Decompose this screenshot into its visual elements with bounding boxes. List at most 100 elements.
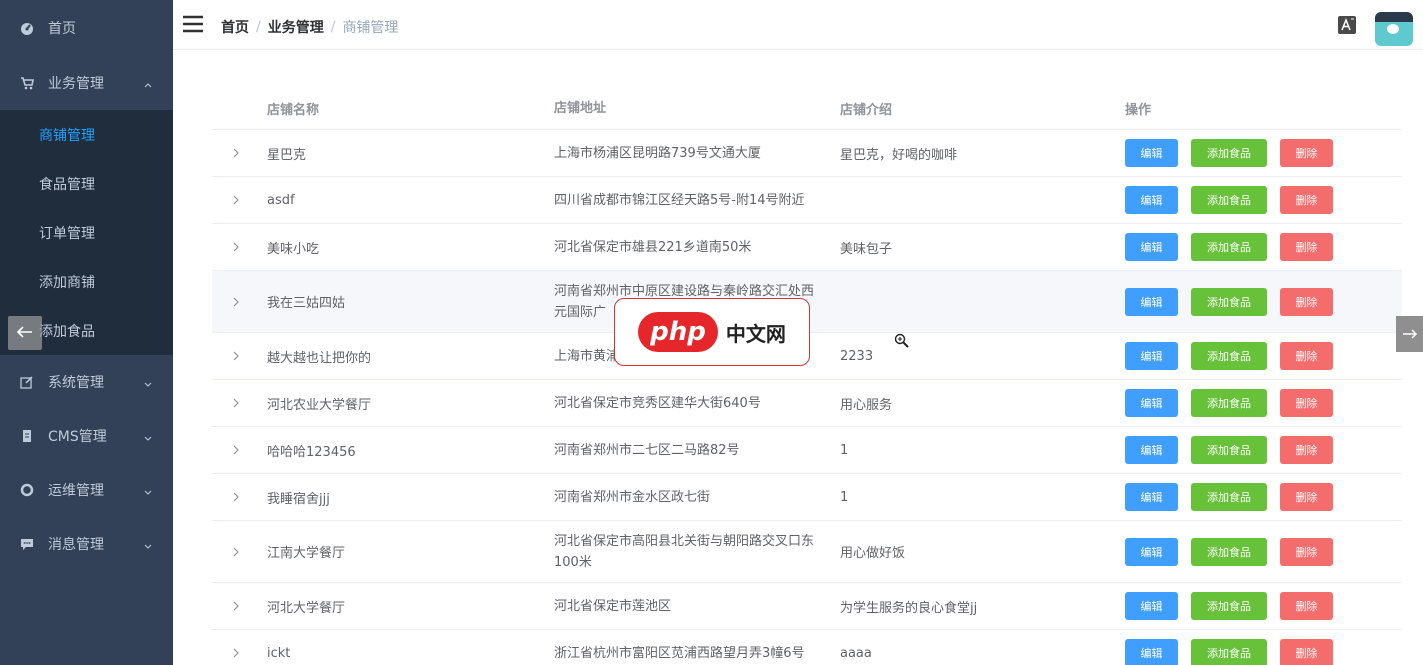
cell-shop-intro: aaaa bbox=[840, 645, 872, 661]
add-food-button[interactable]: 添加食品 bbox=[1191, 233, 1267, 261]
expand-icon[interactable] bbox=[212, 351, 267, 361]
circle-icon bbox=[20, 483, 34, 497]
table-row[interactable]: 哈哈哈123456 河南省郑州市二七区二马路82号 1 编辑 添加食品 删除 bbox=[212, 427, 1402, 474]
add-food-button[interactable]: 添加食品 bbox=[1191, 342, 1267, 370]
add-food-button[interactable]: 添加食品 bbox=[1191, 436, 1267, 464]
chevron-down-icon bbox=[143, 539, 153, 549]
sidebar-item-ops[interactable]: 运维管理 bbox=[0, 463, 173, 517]
edit-button[interactable]: 编辑 bbox=[1125, 592, 1178, 620]
add-food-button[interactable]: 添加食品 bbox=[1191, 287, 1267, 316]
cell-shop-name: ickt bbox=[267, 645, 291, 661]
cell-shop-name: 河北大学餐厅 bbox=[267, 600, 346, 616]
add-food-button[interactable]: 添加食品 bbox=[1191, 186, 1267, 214]
table-row[interactable]: 江南大学餐厅 河北省保定市高阳县北关街与朝阳路交叉口东100米 用心做好饭 编辑 添加食… bbox=[212, 521, 1402, 583]
edit-button[interactable]: 编辑 bbox=[1125, 186, 1178, 214]
sidebar-item-order-manage[interactable]: 订单管理 bbox=[0, 208, 173, 257]
edit-button[interactable]: 编辑 bbox=[1125, 639, 1178, 665]
edit-button[interactable]: 编辑 bbox=[1125, 139, 1178, 167]
breadcrumb: 首页 / 业务管理 / 商铺管理 bbox=[221, 17, 398, 37]
expand-icon[interactable] bbox=[212, 601, 267, 611]
breadcrumb-home[interactable]: 首页 bbox=[221, 17, 249, 37]
cell-shop-name: 江南大学餐厅 bbox=[267, 546, 346, 561]
table-row[interactable]: 星巴克 上海市杨浦区昆明路739号文通大厦 星巴克，好喝的咖啡 编辑 添加食品 删除 bbox=[212, 130, 1402, 177]
chevron-down-icon bbox=[143, 431, 153, 441]
avatar-decoration bbox=[1387, 24, 1399, 34]
expand-icon[interactable] bbox=[212, 648, 267, 658]
sidebar-item-message[interactable]: 消息管理 bbox=[0, 517, 173, 571]
add-food-button[interactable]: 添加食品 bbox=[1191, 592, 1267, 620]
sidebar-item-business[interactable]: 业务管理 bbox=[0, 56, 173, 110]
table-row[interactable]: ickt 浙江省杭州市富阳区苋浦西路望月弄3幢6号 aaaa 编辑 添加食品 删除 bbox=[212, 630, 1402, 665]
document-icon bbox=[20, 429, 34, 443]
edit-button[interactable]: 编辑 bbox=[1125, 233, 1178, 261]
add-food-button[interactable]: 添加食品 bbox=[1191, 389, 1267, 417]
cell-shop-intro: 1 bbox=[840, 489, 849, 505]
delete-button[interactable]: 删除 bbox=[1280, 436, 1333, 464]
header-shop-address: 店铺地址 bbox=[554, 101, 607, 116]
sidebar-item-home[interactable]: 首页 bbox=[0, 0, 173, 56]
add-food-button[interactable]: 添加食品 bbox=[1191, 139, 1267, 167]
cell-shop-name: 美味小吃 bbox=[267, 241, 320, 257]
delete-button[interactable]: 删除 bbox=[1280, 139, 1333, 167]
sidebar-item-add-shop[interactable]: 添加商铺 bbox=[0, 257, 173, 306]
table-row[interactable]: 河北大学餐厅 河北省保定市莲池区 为学生服务的良心食堂jj 编辑 添加食品 删除 bbox=[212, 583, 1402, 630]
expand-icon[interactable] bbox=[212, 398, 267, 408]
add-food-button[interactable]: 添加食品 bbox=[1191, 537, 1267, 566]
expand-icon[interactable] bbox=[212, 547, 267, 557]
table-row[interactable]: asdf 四川省成都市锦江区经天路5号-附14号附近 编辑 添加食品 删除 bbox=[212, 177, 1402, 224]
edit-button[interactable]: 编辑 bbox=[1125, 342, 1178, 370]
edit-button[interactable]: 编辑 bbox=[1125, 483, 1178, 511]
hamburger-icon[interactable] bbox=[183, 15, 203, 33]
cell-shop-name: 越大越也让把你的 bbox=[267, 350, 372, 366]
cell-operations: 编辑 添加食品 删除 bbox=[1125, 537, 1402, 566]
avatar[interactable] bbox=[1375, 12, 1413, 46]
edit-button[interactable]: 编辑 bbox=[1125, 537, 1178, 566]
table-body: 星巴克 上海市杨浦区昆明路739号文通大厦 星巴克，好喝的咖啡 编辑 添加食品 删除 asd… bbox=[212, 130, 1402, 665]
table-row[interactable]: 我睡宿舍jjj 河南省郑州市金水区政七街 1 编辑 添加食品 删除 bbox=[212, 474, 1402, 521]
table-row[interactable]: 美味小吃 河北省保定市雄县221乡道南50米 美味包子 编辑 添加食品 删除 bbox=[212, 224, 1402, 271]
cell-shop-name: 我在三姑四姑 bbox=[267, 296, 346, 311]
expand-icon[interactable] bbox=[212, 445, 267, 455]
table-row[interactable]: 河北农业大学餐厅 河北省保定市竞秀区建华大街640号 用心服务 编辑 添加食品 删除 bbox=[212, 380, 1402, 427]
sidebar-item-shop-manage[interactable]: 商铺管理 bbox=[0, 110, 173, 159]
expand-icon[interactable] bbox=[212, 492, 267, 502]
expand-icon[interactable] bbox=[212, 242, 267, 252]
delete-button[interactable]: 删除 bbox=[1280, 389, 1333, 417]
delete-button[interactable]: 删除 bbox=[1280, 287, 1333, 316]
next-arrow-button[interactable] bbox=[1396, 316, 1423, 352]
delete-button[interactable]: 删除 bbox=[1280, 233, 1333, 261]
zoom-cursor-icon bbox=[894, 333, 910, 349]
delete-button[interactable]: 删除 bbox=[1280, 483, 1333, 511]
collapse-sidebar-button[interactable] bbox=[8, 316, 42, 350]
header: 首页 / 业务管理 / 商铺管理 bbox=[173, 0, 1423, 50]
delete-button[interactable]: 删除 bbox=[1280, 186, 1333, 214]
cell-operations: 编辑 添加食品 删除 bbox=[1125, 139, 1402, 167]
delete-button[interactable]: 删除 bbox=[1280, 537, 1333, 566]
cell-operations: 编辑 添加食品 删除 bbox=[1125, 186, 1402, 214]
cell-shop-name: 我睡宿舍jjj bbox=[267, 491, 330, 507]
edit-button[interactable]: 编辑 bbox=[1125, 389, 1178, 417]
cell-operations: 编辑 添加食品 删除 bbox=[1125, 639, 1402, 665]
sidebar-item-cms[interactable]: CMS管理 bbox=[0, 409, 173, 463]
sidebar-item-label: 系统管理 bbox=[48, 375, 104, 391]
cell-shop-address: 四川省成都市锦江区经天路5号-附14号附近 bbox=[554, 192, 805, 208]
expand-icon[interactable] bbox=[212, 195, 267, 205]
add-food-button[interactable]: 添加食品 bbox=[1191, 483, 1267, 511]
delete-button[interactable]: 删除 bbox=[1280, 592, 1333, 620]
delete-button[interactable]: 删除 bbox=[1280, 639, 1333, 665]
cell-operations: 编辑 添加食品 删除 bbox=[1125, 233, 1402, 261]
edit-button[interactable]: 编辑 bbox=[1125, 287, 1178, 316]
sidebar: 首页 业务管理 商铺管理 食品管理 订单管理 添加商铺 添加食品 系统管理 CM… bbox=[0, 0, 173, 665]
translate-icon[interactable] bbox=[1338, 16, 1356, 34]
cell-shop-address: 河北省保定市竞秀区建华大街640号 bbox=[554, 395, 761, 411]
breadcrumb-business[interactable]: 业务管理 bbox=[268, 17, 324, 37]
delete-button[interactable]: 删除 bbox=[1280, 342, 1333, 370]
expand-icon[interactable] bbox=[212, 148, 267, 158]
cell-shop-intro: 用心服务 bbox=[840, 397, 893, 413]
sidebar-item-food-manage[interactable]: 食品管理 bbox=[0, 159, 173, 208]
add-food-button[interactable]: 添加食品 bbox=[1191, 639, 1267, 665]
edit-button[interactable]: 编辑 bbox=[1125, 436, 1178, 464]
sidebar-item-system[interactable]: 系统管理 bbox=[0, 355, 173, 409]
cell-shop-address: 河北省保定市雄县221乡道南50米 bbox=[554, 239, 752, 255]
expand-icon[interactable] bbox=[212, 297, 267, 307]
